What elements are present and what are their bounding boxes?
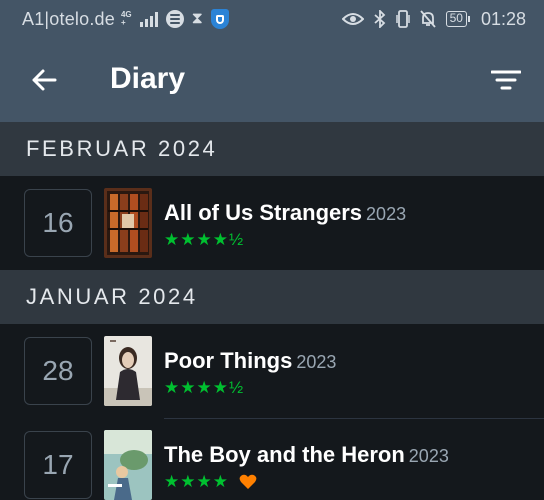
film-title[interactable]: All of Us Strangers 2023	[164, 200, 406, 226]
day-number: 17	[24, 431, 92, 499]
film-year: 2023	[408, 446, 449, 466]
arrow-left-icon	[32, 69, 57, 91]
app-bar: Diary	[0, 38, 544, 122]
back-button[interactable]	[22, 58, 66, 102]
shield-icon	[210, 9, 229, 29]
month-header: JANUAR 2024	[0, 270, 544, 324]
star-rating: ★★★★½	[164, 230, 244, 250]
star-rating-text: ★★★★½	[164, 230, 245, 249]
network-sub-label: +	[120, 18, 126, 27]
network-type-icon: 4G +	[121, 11, 132, 27]
film-title-text: All of Us Strangers	[164, 200, 363, 225]
carrier-label: A1|otelo.de	[22, 8, 115, 29]
month-header: FEBRUAR 2024	[0, 122, 544, 176]
page-title: Diary	[110, 62, 186, 95]
status-bar: A1|otelo.de 4G + ⧗ 50 01:28	[0, 0, 544, 38]
film-poster[interactable]	[104, 336, 152, 406]
vibrate-icon	[395, 10, 410, 28]
star-rating-text: ★★★★½	[164, 378, 245, 397]
diary-entry[interactable]: 28 Poor Things 2023 ★★★★½	[0, 324, 544, 418]
bluetooth-icon	[373, 10, 385, 28]
film-title-text: Poor Things	[164, 348, 293, 373]
film-year: 2023	[296, 352, 337, 372]
film-year: 2023	[366, 204, 407, 224]
heart-icon	[239, 474, 257, 489]
star-rating-text: ★★★★	[164, 472, 229, 491]
eye-icon	[341, 13, 364, 25]
battery-icon: 50	[445, 11, 471, 27]
status-right: 50 01:28	[341, 8, 526, 30]
diary-entry[interactable]: 16 All of Us Strangers 2023 ★★★★½	[0, 176, 544, 270]
film-title[interactable]: Poor Things 2023	[164, 348, 336, 374]
status-left: A1|otelo.de 4G + ⧗	[22, 9, 229, 30]
diary-entry[interactable]: 17 The Boy and the Heron 2023 ★★★★	[0, 418, 544, 500]
film-title[interactable]: The Boy and the Heron 2023	[164, 442, 449, 468]
day-number: 16	[24, 189, 92, 257]
film-poster[interactable]	[104, 188, 152, 258]
spotify-icon	[165, 10, 184, 28]
film-title-text: The Boy and the Heron	[164, 442, 405, 467]
bell-off-icon	[419, 10, 436, 28]
clock: 01:28	[480, 8, 526, 29]
star-rating: ★★★★½	[164, 378, 244, 398]
star-rating: ★★★★	[164, 472, 257, 492]
day-number: 28	[24, 337, 92, 405]
hourglass-icon: ⧗	[191, 10, 203, 27]
film-poster[interactable]	[104, 430, 152, 500]
filter-button[interactable]	[484, 58, 528, 102]
signal-icon	[139, 11, 158, 27]
filter-icon	[491, 70, 521, 90]
